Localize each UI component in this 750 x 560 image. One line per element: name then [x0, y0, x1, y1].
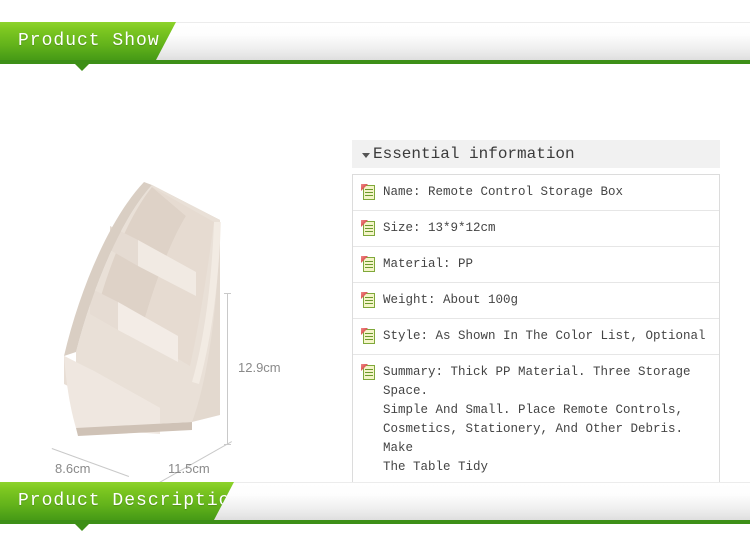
banner-tab-product-description: Product Description	[0, 482, 234, 520]
essential-information-rows: Name: Remote Control Storage Box Size: 13…	[352, 174, 720, 486]
essential-information-panel: Essential information Name: Remote Contr…	[352, 140, 720, 486]
info-row-text: Size: 13*9*12cm	[383, 221, 496, 235]
banner-arrow-icon	[75, 524, 89, 531]
document-icon	[361, 328, 376, 344]
essential-information-header[interactable]: Essential information	[352, 140, 720, 168]
section-banner-product-show: Product Show	[0, 12, 750, 71]
banner-underline-highlight	[0, 524, 750, 525]
document-icon	[361, 364, 376, 380]
banner-underline-highlight	[0, 64, 750, 65]
info-row: Style: As Shown In The Color List, Optio…	[353, 319, 719, 355]
info-row: Weight: About 100g	[353, 283, 719, 319]
info-row-text: Weight: About 100g	[383, 293, 519, 307]
info-row-text: Material: PP	[383, 257, 474, 271]
info-row: Name: Remote Control Storage Box	[353, 175, 719, 211]
caret-down-icon	[362, 153, 370, 158]
product-image-area: 12.9cm 8.6cm 11.5cm	[0, 90, 340, 501]
document-icon	[361, 292, 376, 308]
info-row-text: Style: As Shown In The Color List, Optio…	[383, 329, 706, 343]
info-row: Material: PP	[353, 247, 719, 283]
dimension-line-height	[224, 293, 231, 445]
info-row: Summary: Thick PP Material. Three Storag…	[353, 355, 719, 485]
section-banner-product-description: Product Description	[0, 472, 750, 531]
essential-information-title: Essential information	[373, 145, 575, 163]
info-row-text: Name: Remote Control Storage Box	[383, 185, 624, 199]
product-detail-page: Product Show 12.9cm 8.6cm 11.5cm Essenti…	[0, 0, 750, 560]
dimension-label-height: 12.9cm	[238, 360, 281, 375]
info-row-text: Summary: Thick PP Material. Three Storag…	[383, 365, 691, 474]
document-icon	[361, 256, 376, 272]
banner-tab-product-show: Product Show	[0, 22, 176, 60]
document-icon	[361, 220, 376, 236]
document-icon	[361, 184, 376, 200]
product-illustration	[64, 182, 221, 436]
info-row: Size: 13*9*12cm	[353, 211, 719, 247]
banner-title-product-show: Product Show	[18, 31, 160, 51]
banner-arrow-icon	[75, 64, 89, 71]
